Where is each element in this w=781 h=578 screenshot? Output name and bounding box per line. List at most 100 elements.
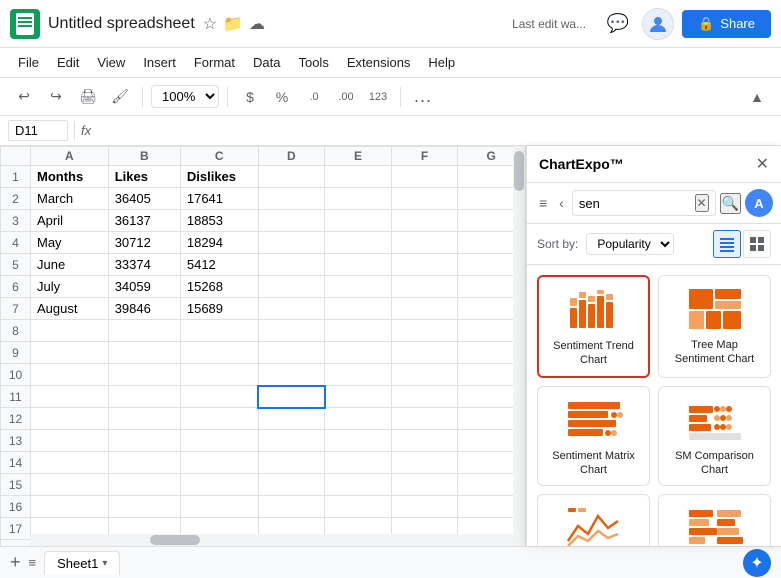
search-input[interactable] xyxy=(579,196,691,211)
vertical-scroll-thumb[interactable] xyxy=(514,151,524,191)
sheet-cell[interactable]: 18853 xyxy=(180,210,258,232)
sheet-cell[interactable] xyxy=(180,474,258,496)
sheet-cell[interactable]: 15268 xyxy=(180,276,258,298)
cell-reference-input[interactable]: D11 xyxy=(8,120,68,141)
sort-select[interactable]: Popularity xyxy=(586,233,674,255)
sheet-cell[interactable]: June xyxy=(31,254,109,276)
sheet-cell[interactable]: 30712 xyxy=(108,232,180,254)
sheet-cell[interactable] xyxy=(258,452,325,474)
decimal-decrease-button[interactable]: .0 xyxy=(300,83,328,111)
sheet-cell[interactable] xyxy=(258,276,325,298)
decimal-increase-button[interactable]: .00 xyxy=(332,83,360,111)
sheet-cell[interactable] xyxy=(391,496,458,518)
sheet-cell[interactable] xyxy=(391,298,458,320)
sheet-cell[interactable] xyxy=(180,364,258,386)
menu-extensions[interactable]: Extensions xyxy=(339,51,419,74)
sheet-cell[interactable] xyxy=(258,364,325,386)
search-clear-button[interactable]: ✕ xyxy=(695,194,709,212)
sheet-cell[interactable] xyxy=(31,342,109,364)
redo-button[interactable]: ↪ xyxy=(42,83,70,111)
user-avatar[interactable] xyxy=(642,8,674,40)
sheet-cell[interactable] xyxy=(31,386,109,408)
sheet-cell[interactable] xyxy=(108,430,180,452)
sheet-cell[interactable]: 33374 xyxy=(108,254,180,276)
print-button[interactable]: 🖨 xyxy=(74,83,102,111)
sheet-cell[interactable] xyxy=(258,430,325,452)
panel-menu-button[interactable]: ≡ xyxy=(535,193,551,213)
menu-insert[interactable]: Insert xyxy=(135,51,184,74)
paint-format-button[interactable]: 🖌 xyxy=(106,83,134,111)
sheet-cell[interactable] xyxy=(258,386,325,408)
sheet-cell[interactable] xyxy=(391,452,458,474)
sheet-cell[interactable]: 5412 xyxy=(180,254,258,276)
sheet-cell[interactable]: April xyxy=(31,210,109,232)
sheet-cell[interactable] xyxy=(31,364,109,386)
sheet-cell[interactable] xyxy=(325,342,392,364)
sheet-cell[interactable] xyxy=(258,232,325,254)
sheet-cell[interactable]: August xyxy=(31,298,109,320)
sheet-cell[interactable] xyxy=(391,232,458,254)
menu-help[interactable]: Help xyxy=(420,51,463,74)
col-header-e[interactable]: E xyxy=(325,147,392,166)
sheet-cell[interactable] xyxy=(108,496,180,518)
sheet-cell[interactable] xyxy=(258,210,325,232)
vertical-scrollbar[interactable] xyxy=(513,146,525,546)
cloud-icon[interactable]: ☁ xyxy=(249,14,265,34)
menu-data[interactable]: Data xyxy=(245,51,288,74)
sheet-cell[interactable] xyxy=(258,254,325,276)
add-sheet-button[interactable]: + xyxy=(10,552,21,573)
sheet-cell[interactable] xyxy=(325,408,392,430)
search-button[interactable]: 🔍 xyxy=(720,193,741,214)
sheet-cell[interactable] xyxy=(391,364,458,386)
sheet-cell[interactable] xyxy=(391,474,458,496)
sheet-cell[interactable] xyxy=(325,254,392,276)
col-header-b[interactable]: B xyxy=(108,147,180,166)
sheet-cell[interactable] xyxy=(391,254,458,276)
sheet-cell[interactable] xyxy=(108,474,180,496)
sheet-cell[interactable] xyxy=(108,342,180,364)
sheet-cell[interactable]: 36137 xyxy=(108,210,180,232)
sheet-cell[interactable] xyxy=(391,342,458,364)
chart-card-sentiment-matrix[interactable]: Sentiment Matrix Chart xyxy=(537,386,650,487)
chart-card-sm-comparison[interactable]: SM Comparison Chart xyxy=(658,386,771,487)
sheet-cell[interactable] xyxy=(108,386,180,408)
sheet-cell[interactable] xyxy=(325,452,392,474)
sheet-cell[interactable] xyxy=(325,474,392,496)
sheet-cell[interactable] xyxy=(31,430,109,452)
sheet-cell[interactable]: 34059 xyxy=(108,276,180,298)
sheet-cell[interactable]: Likes xyxy=(108,166,180,188)
sheet-cell[interactable] xyxy=(258,342,325,364)
sheet-cell[interactable] xyxy=(391,188,458,210)
sheet-cell[interactable] xyxy=(258,166,325,188)
sheet-cell[interactable] xyxy=(31,320,109,342)
sheet-cell[interactable] xyxy=(31,496,109,518)
sheet-cell[interactable] xyxy=(258,496,325,518)
sheet-cell[interactable]: 39846 xyxy=(108,298,180,320)
sheet-cell[interactable] xyxy=(391,408,458,430)
sheet-cell[interactable] xyxy=(391,210,458,232)
sheet-cell[interactable] xyxy=(180,320,258,342)
sheet-cell[interactable]: 36405 xyxy=(108,188,180,210)
sheet-cell[interactable] xyxy=(325,298,392,320)
sheet-cell[interactable] xyxy=(391,276,458,298)
sheet-cell[interactable] xyxy=(258,474,325,496)
sheet-cell[interactable]: 15689 xyxy=(180,298,258,320)
sheet-cell[interactable] xyxy=(31,474,109,496)
sheet-cell[interactable] xyxy=(325,496,392,518)
horizontal-scroll-thumb[interactable] xyxy=(150,535,200,545)
sheet-cell[interactable]: July xyxy=(31,276,109,298)
sheet-cell[interactable] xyxy=(325,430,392,452)
formula-input[interactable] xyxy=(97,123,773,138)
col-header-f[interactable]: F xyxy=(391,147,458,166)
sheet-cell[interactable] xyxy=(325,320,392,342)
menu-file[interactable]: File xyxy=(10,51,47,74)
star-icon[interactable]: ☆ xyxy=(203,14,217,34)
percent-button[interactable]: % xyxy=(268,83,296,111)
grid-view-button[interactable] xyxy=(743,230,771,258)
menu-edit[interactable]: Edit xyxy=(49,51,87,74)
sheet-cell[interactable] xyxy=(258,188,325,210)
sheet-cell[interactable] xyxy=(31,408,109,430)
panel-back-button[interactable]: ‹ xyxy=(555,193,568,213)
sheet-cell[interactable] xyxy=(180,430,258,452)
menu-format[interactable]: Format xyxy=(186,51,243,74)
